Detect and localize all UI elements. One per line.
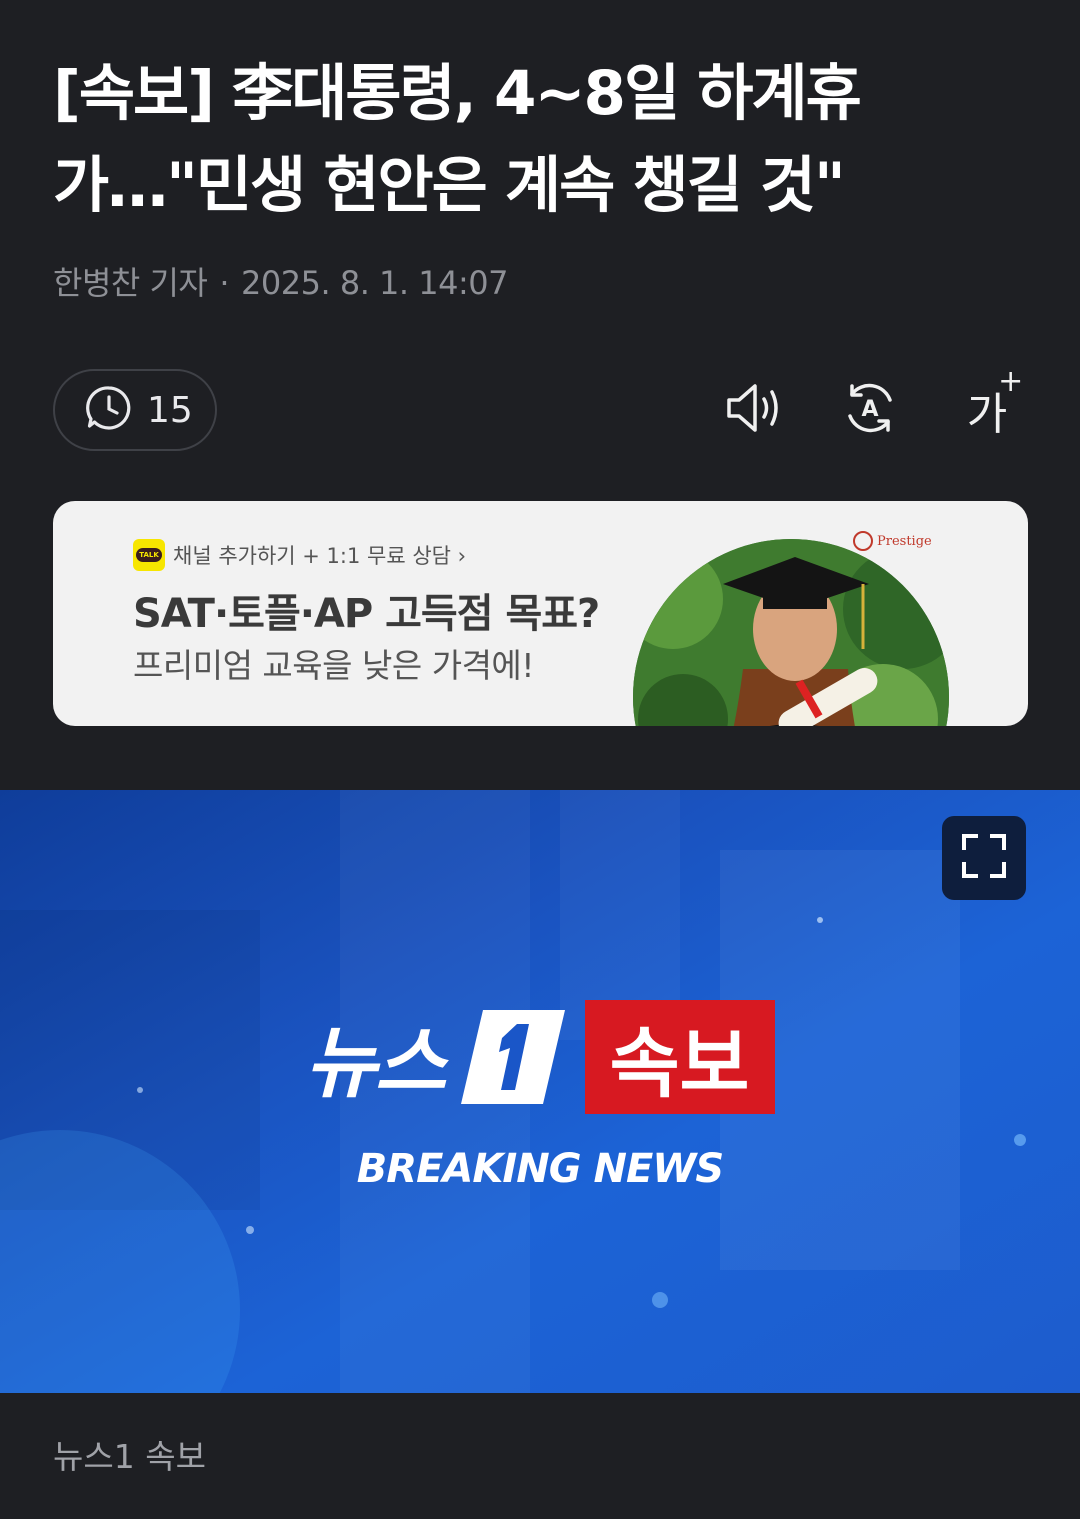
article-headline: [속보] 李대통령, 4~8일 하계휴 가…"민생 현안은 계속 챙길 것" [53,48,1013,232]
image-caption: 뉴스1 속보 [53,1437,206,1476]
prestige-shield-icon [853,531,873,551]
translate-button[interactable]: A [838,378,902,442]
news1-one-icon [460,1010,565,1104]
ad-channel-text: 채널 추가하기 + 1:1 무료 상담 › [173,544,467,568]
expand-icon [960,832,1008,884]
ad-banner[interactable]: TALK 채널 추가하기 + 1:1 무료 상담 › SAT·토플·AP 고득점… [53,501,1028,726]
font-size-icon: 가 + [967,364,1023,442]
ad-title: SAT·토플·AP 고득점 목표? [133,591,600,637]
translate-icon: A [840,378,900,442]
breaking-badge: 속보 [584,1000,775,1114]
news1-brand-text: 뉴스 [305,1019,447,1109]
svg-text:A: A [861,397,878,422]
comment-button[interactable]: 15 [53,369,217,451]
kakaotalk-icon: TALK [133,539,165,571]
font-size-button[interactable]: 가 + [955,364,1023,442]
speaker-icon [723,380,787,440]
ad-graduate-photo [633,539,949,726]
comment-clock-icon [85,384,133,436]
byline: 한병찬 기자 · 2025. 8. 1. 14:07 [53,258,508,304]
article-image[interactable]: 뉴스 속보 BREAKING NEWS [0,790,1080,1393]
comment-count: 15 [147,389,193,431]
headline-line-2: 가…"민생 현안은 계속 챙길 것" [53,150,846,221]
news1-logo: 뉴스 속보 [305,1000,775,1114]
ad-channel-link[interactable]: TALK 채널 추가하기 + 1:1 무료 상담 › [133,539,466,571]
author-name[interactable]: 한병찬 기자 [53,264,208,302]
publish-date: 2025. 8. 1. 14:07 [241,264,508,302]
prestige-logo: Prestige [853,531,932,551]
headline-line-1: [속보] 李대통령, 4~8일 하계휴 [53,58,862,129]
prestige-logo-text: Prestige [877,533,932,549]
fullscreen-button[interactable] [942,816,1026,900]
font-size-plus: + [998,364,1024,399]
talk-badge-text: TALK [136,548,162,562]
breaking-badge-text: 속보 [609,1019,750,1108]
speaker-button[interactable] [723,378,787,442]
ad-subtitle: 프리미엄 교육을 낮은 가격에! [133,646,535,685]
byline-separator: · [219,264,230,302]
breaking-news-text: BREAKING NEWS [356,1146,724,1192]
